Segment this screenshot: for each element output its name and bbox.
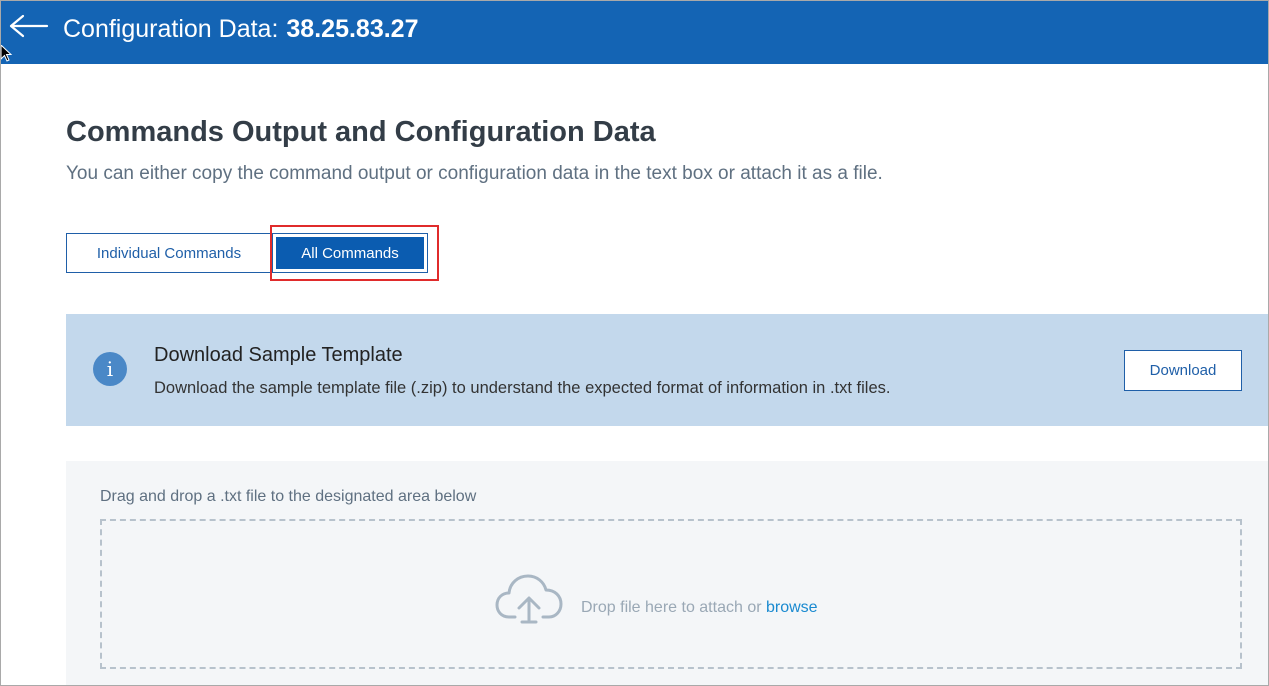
tab-individual-commands[interactable]: Individual Commands — [66, 233, 272, 273]
drop-text: Drop file here to attach or browse — [581, 599, 818, 617]
tab-all-commands-selected: All Commands — [276, 237, 424, 269]
back-arrow-icon[interactable] — [5, 11, 51, 41]
upload-instruction: Drag and drop a .txt file to the designa… — [100, 488, 477, 505]
browse-link[interactable]: browse — [766, 599, 818, 616]
tab-all-commands[interactable]: All Commands — [272, 233, 428, 273]
download-button[interactable]: Download — [1124, 350, 1242, 391]
tab-individual-commands-label: Individual Commands — [96, 244, 242, 262]
download-template-banner: i Download Sample Template Download the … — [66, 314, 1268, 426]
upload-panel: Drag and drop a .txt file to the designa… — [66, 461, 1268, 685]
app-window: Configuration Data: 38.25.83.27 Commands … — [0, 0, 1269, 686]
cloud-upload-icon — [495, 574, 563, 624]
file-drop-zone[interactable]: Drop file here to attach or browse — [100, 519, 1242, 669]
header-title: Configuration Data: 38.25.83.27 — [63, 14, 418, 44]
drop-text-label: Drop file here to attach or — [581, 599, 762, 616]
header-title-ip: 38.25.83.27 — [286, 15, 419, 43]
info-icon: i — [93, 352, 127, 386]
header-bar: Configuration Data: 38.25.83.27 — [1, 1, 1268, 64]
page-title: Commands Output and Configuration Data — [66, 116, 656, 148]
tab-all-commands-label: All Commands — [301, 244, 399, 262]
banner-title: Download Sample Template — [154, 344, 403, 366]
header-title-label: Configuration Data: — [63, 15, 279, 43]
page-subtitle: You can either copy the command output o… — [66, 163, 883, 184]
banner-text: Download the sample template file (.zip)… — [154, 379, 891, 397]
mouse-cursor-icon — [1, 45, 13, 62]
